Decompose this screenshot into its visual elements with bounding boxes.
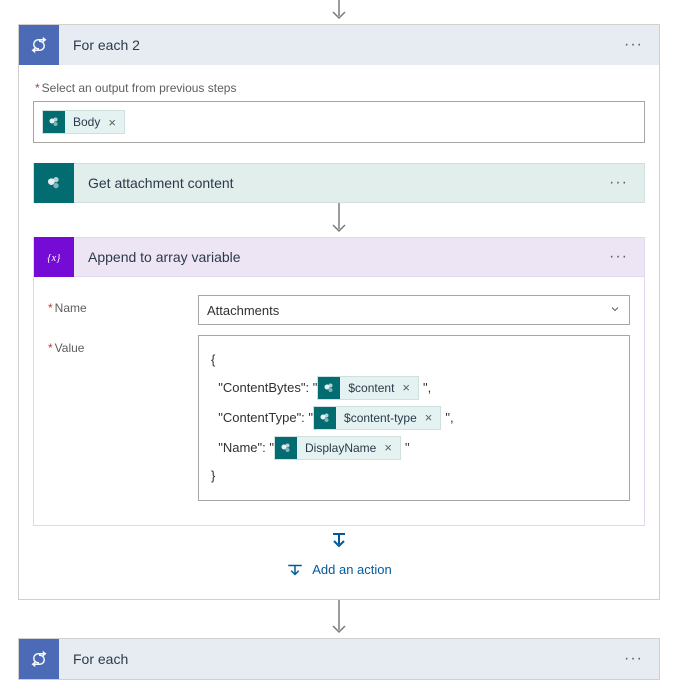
sharepoint-icon: [275, 437, 297, 459]
token-body: Body ×: [42, 110, 125, 134]
token-body-remove[interactable]: ×: [106, 115, 124, 130]
foreach-header[interactable]: For each ···: [19, 639, 659, 679]
name-select[interactable]: Attachments: [198, 295, 630, 325]
token-content-type: $content-type ×: [313, 406, 441, 430]
connector-arrow-lower: [33, 526, 645, 550]
brace-open: {: [211, 348, 215, 372]
brace-close: }: [211, 464, 215, 488]
get-attachment-header[interactable]: Get attachment content ···: [33, 163, 645, 203]
add-action-button[interactable]: Add an action: [33, 550, 645, 583]
foreach2-header[interactable]: For each 2 ···: [19, 25, 659, 65]
append-card: {x} Append to array variable ··· *Name A…: [33, 237, 645, 526]
foreach2-body: *Select an output from previous steps Bo…: [19, 65, 659, 599]
name-label: *Name: [48, 295, 198, 315]
append-header[interactable]: {x} Append to array variable ···: [33, 237, 645, 277]
connector-arrow-bottom: [0, 600, 678, 638]
add-action-icon: [286, 563, 304, 577]
connector-arrow-mid: [33, 203, 645, 237]
token-content: $content ×: [317, 376, 419, 400]
sharepoint-icon: [43, 111, 65, 133]
append-menu[interactable]: ···: [603, 244, 634, 270]
append-title: Append to array variable: [74, 249, 603, 265]
variable-icon: {x}: [34, 237, 74, 277]
foreach-menu[interactable]: ···: [618, 646, 649, 672]
foreach2-title: For each 2: [59, 37, 618, 53]
foreach-card: For each ···: [18, 638, 660, 680]
foreach2-menu[interactable]: ···: [618, 32, 649, 58]
cb-key: "ContentBytes": ": [218, 376, 317, 400]
select-output-input[interactable]: Body ×: [33, 101, 645, 143]
sharepoint-icon: [34, 163, 74, 203]
token-content-remove[interactable]: ×: [400, 376, 418, 400]
sharepoint-icon: [318, 377, 340, 399]
svg-text:{x}: {x}: [47, 253, 61, 264]
get-attachment-menu[interactable]: ···: [603, 170, 634, 196]
foreach-title: For each: [59, 651, 618, 667]
foreach2-card: For each 2 ··· *Select an output from pr…: [18, 24, 660, 600]
name-value: Attachments: [207, 303, 279, 318]
get-attachment-title: Get attachment content: [74, 175, 603, 191]
append-body: *Name Attachments *Value { "ContentBytes…: [33, 277, 645, 526]
token-displayname: DisplayName ×: [274, 436, 401, 460]
get-attachment-card: Get attachment content ···: [33, 163, 645, 203]
value-input[interactable]: { "ContentBytes": " $content × ",: [198, 335, 630, 501]
token-displayname-remove[interactable]: ×: [382, 436, 400, 460]
add-action-label: Add an action: [312, 562, 392, 577]
ct-key: "ContentType": ": [218, 406, 313, 430]
value-label: *Value: [48, 335, 198, 355]
loop-icon: [19, 639, 59, 679]
loop-icon: [19, 25, 59, 65]
token-body-label: Body: [65, 115, 106, 129]
chevron-down-icon: [609, 303, 621, 318]
token-content-type-remove[interactable]: ×: [423, 406, 441, 430]
connector-arrow-top: [0, 0, 678, 24]
select-output-label: *Select an output from previous steps: [35, 81, 645, 95]
nm-key: "Name": ": [218, 436, 274, 460]
sharepoint-icon: [314, 407, 336, 429]
